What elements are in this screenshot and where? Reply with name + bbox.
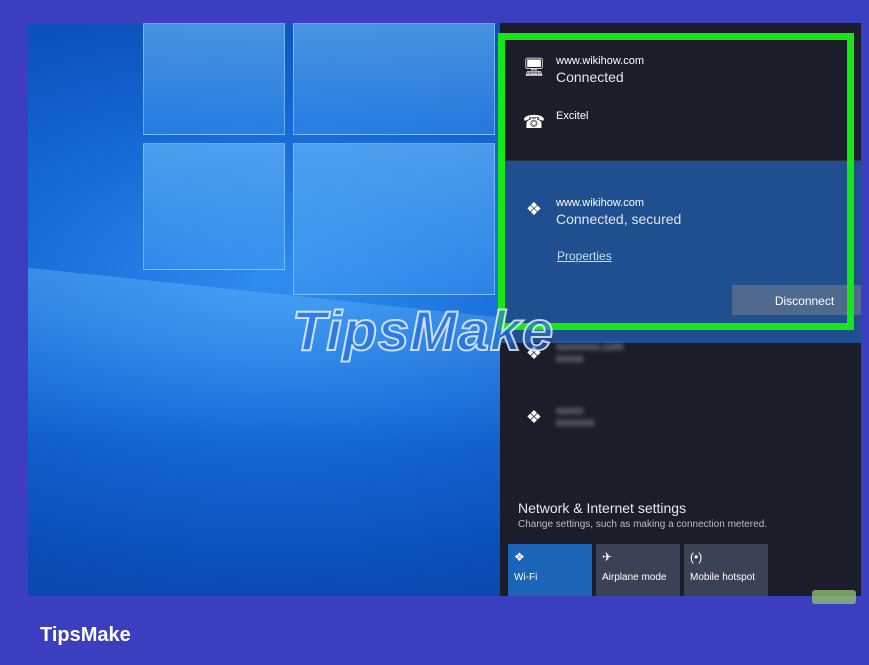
quick-action-label: Mobile hotspot: [690, 572, 756, 583]
hotspot-icon: (•): [690, 550, 703, 564]
logo-pane-top-left: [143, 23, 285, 135]
corner-badge: [812, 590, 856, 604]
logo-pane-top-right: [293, 23, 495, 135]
quick-action-label: Wi-Fi: [514, 572, 538, 583]
network-name: xxxxx: [556, 405, 584, 417]
network-status: xxxxx: [556, 353, 584, 365]
network-status: xxxxxxx: [556, 417, 595, 429]
brand-label: TipsMake: [40, 624, 131, 646]
network-settings-link[interactable]: Network & Internet settings: [518, 500, 686, 516]
highlight-box: [498, 33, 854, 330]
logo-pane-bottom-left: [143, 143, 285, 270]
airplane-icon: ✈: [602, 550, 613, 564]
quick-action-hotspot[interactable]: (•) Mobile hotspot: [684, 544, 768, 596]
quick-action-airplane[interactable]: ✈ Airplane mode: [596, 544, 680, 596]
wifi-icon: ❖: [514, 550, 525, 564]
watermark-logo: TipsMake: [291, 298, 555, 363]
network-name: xxxxxxxx.com: [556, 341, 624, 353]
wifi-icon: ❖: [525, 407, 543, 427]
logo-pane-bottom-right: [293, 143, 495, 295]
quick-action-wifi[interactable]: ❖ Wi-Fi: [508, 544, 592, 596]
network-item-blurred[interactable]: ❖ xxxxx xxxxxxx: [522, 405, 595, 429]
quick-action-label: Airplane mode: [602, 572, 667, 583]
network-settings-subtitle: Change settings, such as making a connec…: [518, 519, 768, 530]
